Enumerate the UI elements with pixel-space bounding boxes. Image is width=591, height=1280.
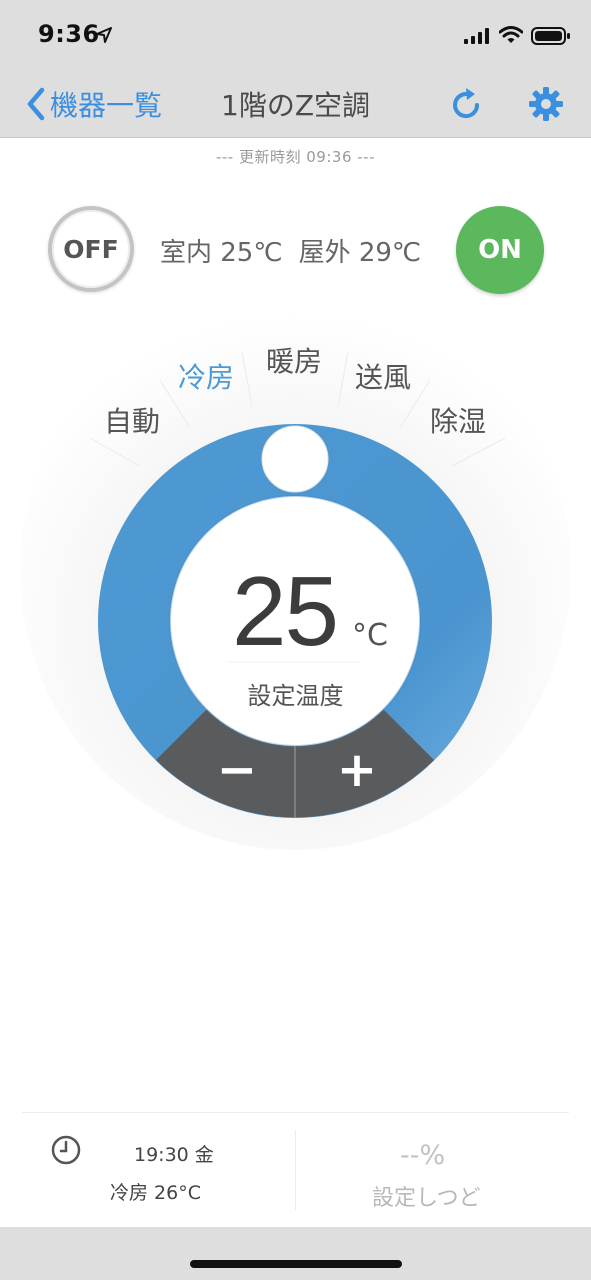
bottom-divider xyxy=(22,1112,569,1113)
clock-icon[interactable] xyxy=(50,1134,82,1166)
set-temperature-unit: °C xyxy=(352,618,388,653)
increase-temperature-button[interactable]: + xyxy=(292,730,422,810)
humidity-label: 設定しつど xyxy=(372,1186,481,1211)
dial-knob[interactable] xyxy=(261,425,329,493)
home-bar xyxy=(0,1227,591,1280)
decrease-temperature-button[interactable]: − xyxy=(172,730,302,810)
bottom-vertical-divider xyxy=(295,1130,296,1210)
home-indicator[interactable] xyxy=(190,1260,402,1268)
timer-setting[interactable]: 冷房 26°C xyxy=(110,1178,201,1205)
timer-time[interactable]: 19:30 金 xyxy=(134,1140,214,1167)
set-temperature-label: 設定温度 xyxy=(247,682,344,710)
set-temperature-value: 25 xyxy=(232,556,339,666)
humidity-value[interactable]: --% xyxy=(400,1140,445,1171)
